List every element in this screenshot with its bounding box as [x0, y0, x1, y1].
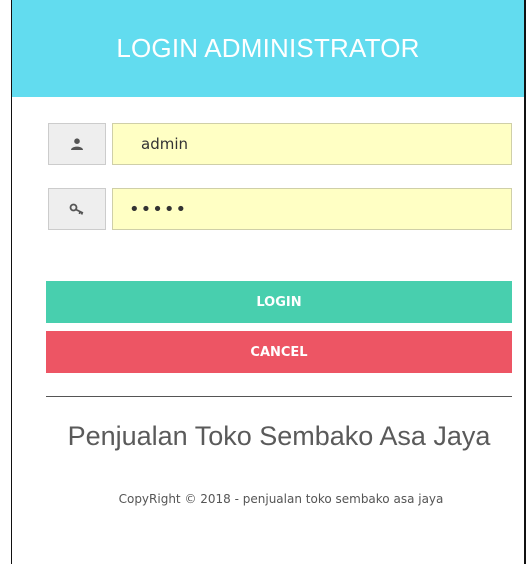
username-group [48, 123, 512, 165]
key-icon [48, 188, 106, 230]
login-button[interactable]: LOGIN [46, 281, 512, 323]
divider [46, 396, 512, 397]
app-name: Penjualan Toko Sembako Asa Jaya [67, 421, 491, 451]
cancel-button[interactable]: CANCEL [46, 331, 512, 373]
login-header: LOGIN ADMINISTRATOR [12, 0, 524, 97]
password-input[interactable] [112, 188, 512, 230]
user-icon [48, 123, 106, 165]
login-panel: LOGIN ADMINISTRATOR LOGIN CANCEL Penjual… [11, 0, 526, 564]
page-title: LOGIN ADMINISTRATOR [116, 33, 420, 63]
copyright-text: CopyRight © 2018 - penjualan toko sembak… [118, 492, 444, 506]
password-group [48, 188, 512, 230]
username-input[interactable] [112, 123, 512, 165]
